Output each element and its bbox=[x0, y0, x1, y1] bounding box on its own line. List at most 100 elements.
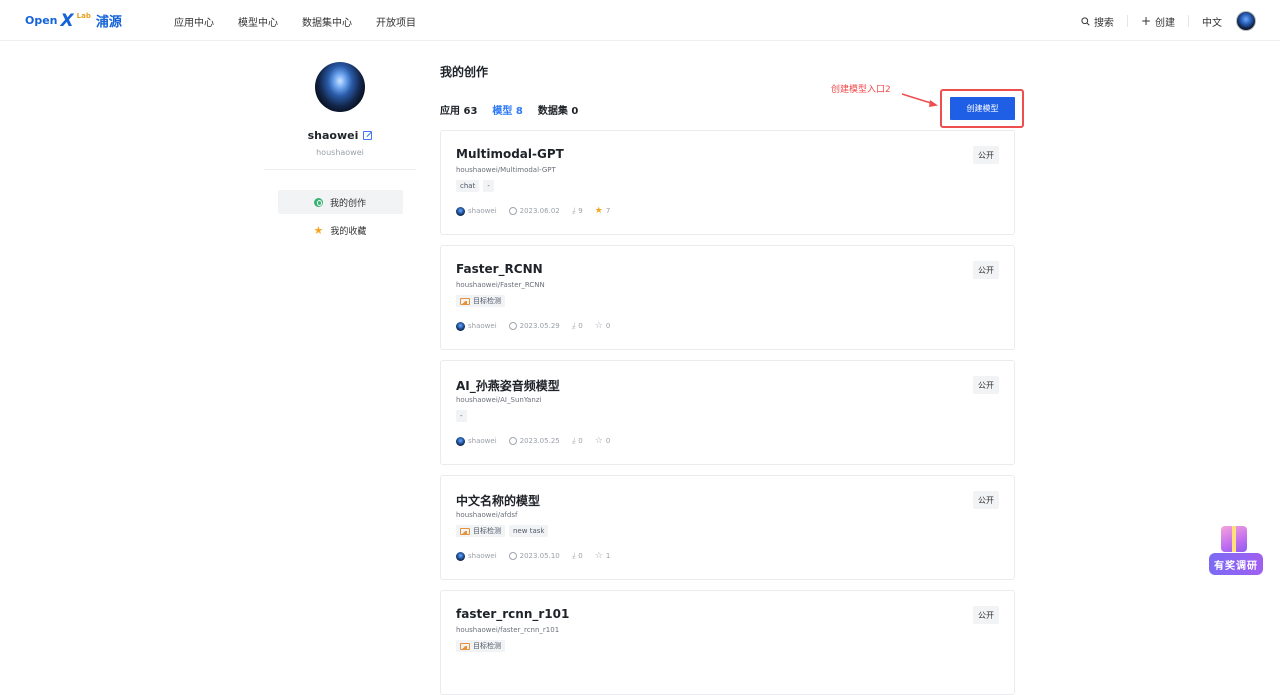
model-downloads: ⤓ 0 bbox=[572, 321, 583, 331]
model-author: shaowei bbox=[456, 551, 497, 561]
visibility-badge: 公开 bbox=[973, 376, 999, 394]
tab-models-label: 模型 bbox=[492, 106, 513, 117]
model-date: 2023.05.25 bbox=[508, 437, 560, 445]
plus-icon: + bbox=[1140, 14, 1151, 28]
model-author: shaowei bbox=[456, 321, 497, 331]
image-task-icon bbox=[460, 297, 470, 305]
logo-x-mark: X bbox=[60, 10, 74, 31]
stars-count: 7 bbox=[605, 207, 611, 215]
menu-my-favorites[interactable]: ★ 我的收藏 bbox=[278, 218, 403, 242]
model-author: shaowei bbox=[456, 206, 497, 216]
model-stars[interactable]: ☆ 0 bbox=[594, 436, 611, 446]
image-task-icon bbox=[460, 527, 470, 535]
download-icon: ⤓ bbox=[571, 321, 576, 330]
main-nav: 应用中心 模型中心 数据集中心 开放项目 bbox=[174, 14, 416, 29]
model-card[interactable]: Faster_RCNN houshaowei/Faster_RCNN 目标检测 … bbox=[440, 245, 1015, 350]
model-date: 2023.06.02 bbox=[508, 207, 560, 215]
date-text: 2023.05.10 bbox=[519, 552, 560, 560]
create-model-button[interactable]: 创建模型 bbox=[950, 97, 1015, 120]
model-meta: shaowei 2023.05.10 ⤓ 0 ☆ 1 bbox=[456, 551, 610, 561]
logo-open-text: Open bbox=[25, 14, 58, 27]
model-name[interactable]: AI_孙燕姿音频模型 bbox=[456, 377, 560, 394]
edit-icon[interactable] bbox=[363, 131, 373, 140]
model-path: houshaowei/Faster_RCNN bbox=[456, 281, 545, 289]
language-switch[interactable]: 中文 bbox=[1189, 15, 1236, 29]
download-icon: ⤓ bbox=[571, 436, 576, 445]
date-text: 2023.05.29 bbox=[519, 322, 560, 330]
model-card[interactable]: 中文名称的模型 houshaowei/afdsf 目标检测 new task s… bbox=[440, 475, 1015, 580]
model-name[interactable]: Multimodal-GPT bbox=[456, 147, 564, 161]
model-card[interactable]: Multimodal-GPT houshaowei/Multimodal-GPT… bbox=[440, 130, 1015, 235]
menu-my-creations[interactable]: 我的创作 bbox=[277, 190, 403, 214]
star-icon: ★ bbox=[313, 223, 324, 237]
downloads-count: 9 bbox=[578, 207, 583, 215]
star-outline-icon: ☆ bbox=[594, 551, 603, 561]
model-stars[interactable]: ☆ 1 bbox=[594, 551, 611, 561]
tab-apps-count: 63 bbox=[463, 106, 478, 117]
menu-my-creations-label: 我的创作 bbox=[329, 198, 366, 209]
nav-open-projects[interactable]: 开放项目 bbox=[376, 14, 416, 29]
tag-text: 目标检测 bbox=[473, 297, 501, 305]
model-path: houshaowei/AI_SunYanzi bbox=[456, 396, 542, 404]
model-tags: 目标检测 new task bbox=[456, 525, 549, 537]
tag-text: 目标检测 bbox=[473, 527, 501, 535]
downloads-count: 0 bbox=[578, 552, 583, 560]
tab-datasets[interactable]: 数据集 0 bbox=[538, 102, 578, 117]
model-stars[interactable]: ☆ 0 bbox=[595, 322, 611, 331]
model-meta: shaowei 2023.06.02 ⤓ 9 ★ 7 bbox=[456, 206, 610, 216]
model-path: houshaowei/afdsf bbox=[456, 511, 518, 519]
tab-models[interactable]: 模型 8 bbox=[492, 102, 522, 117]
author-name: shaowei bbox=[468, 207, 497, 215]
visibility-badge: 公开 bbox=[973, 261, 999, 279]
model-name[interactable]: Faster_RCNN bbox=[456, 262, 543, 276]
openxlab-logo[interactable]: Open X Lab 浦源 bbox=[25, 10, 122, 31]
survey-widget[interactable]: 有奖调研 bbox=[1209, 526, 1263, 575]
nav-models[interactable]: 模型中心 bbox=[238, 14, 278, 29]
star-filled-icon: ★ bbox=[594, 206, 603, 216]
model-path: houshaowei/Multimodal-GPT bbox=[456, 166, 556, 174]
annotation-arrow-icon bbox=[901, 93, 938, 107]
model-tags: 目标检测 bbox=[456, 295, 505, 307]
downloads-count: 0 bbox=[578, 437, 583, 445]
page-title: 我的创作 bbox=[440, 65, 489, 79]
image-task-icon bbox=[460, 642, 470, 650]
nav-datasets[interactable]: 数据集中心 bbox=[302, 14, 352, 29]
model-downloads: ⤓ 0 bbox=[572, 436, 583, 446]
stars-count: 0 bbox=[605, 322, 611, 330]
create-menu-button[interactable]: + 创建 bbox=[1128, 14, 1189, 29]
model-downloads: ⤓ 0 bbox=[572, 551, 583, 561]
logo-lab-text: Lab bbox=[76, 11, 91, 20]
profile-avatar bbox=[315, 62, 365, 112]
tag-text: 目标检测 bbox=[473, 642, 501, 650]
visibility-badge: 公开 bbox=[973, 606, 999, 624]
creations-icon bbox=[313, 197, 323, 207]
author-avatar-icon bbox=[456, 206, 465, 216]
visibility-badge: 公开 bbox=[973, 491, 999, 509]
model-stars[interactable]: ★ 7 bbox=[594, 206, 611, 216]
model-name[interactable]: faster_rcnn_r101 bbox=[456, 607, 569, 621]
author-name: shaowei bbox=[468, 437, 497, 445]
survey-label: 有奖调研 bbox=[1209, 553, 1263, 575]
nav-apps[interactable]: 应用中心 bbox=[174, 14, 214, 29]
clock-icon bbox=[508, 322, 517, 330]
model-meta: shaowei 2023.05.29 ⤓ 0 ☆ 0 bbox=[456, 321, 610, 331]
tab-datasets-count: 0 bbox=[571, 106, 579, 117]
model-name[interactable]: 中文名称的模型 bbox=[456, 492, 540, 509]
user-avatar[interactable] bbox=[1236, 11, 1256, 31]
date-text: 2023.05.25 bbox=[519, 437, 560, 445]
search-button[interactable]: 搜索 bbox=[1068, 15, 1128, 29]
tab-models-count: 8 bbox=[515, 106, 523, 117]
model-tag: chat bbox=[456, 180, 480, 192]
search-icon bbox=[1081, 16, 1090, 26]
model-card[interactable]: AI_孙燕姿音频模型 houshaowei/AI_SunYanzi - shao… bbox=[440, 360, 1015, 465]
tab-apps[interactable]: 应用 63 bbox=[440, 102, 477, 117]
model-tags: 目标检测 bbox=[456, 640, 505, 652]
gift-icon bbox=[1221, 526, 1247, 552]
logo-cn-text: 浦源 bbox=[95, 15, 122, 30]
create-label: 创建 bbox=[1155, 17, 1175, 29]
model-card[interactable]: faster_rcnn_r101 houshaowei/faster_rcnn_… bbox=[440, 590, 1015, 695]
author-avatar-icon bbox=[456, 551, 465, 561]
header-actions: 搜索 + 创建 中文 bbox=[1068, 11, 1256, 31]
star-outline-icon: ☆ bbox=[594, 436, 603, 446]
tab-apps-label: 应用 bbox=[440, 106, 460, 117]
